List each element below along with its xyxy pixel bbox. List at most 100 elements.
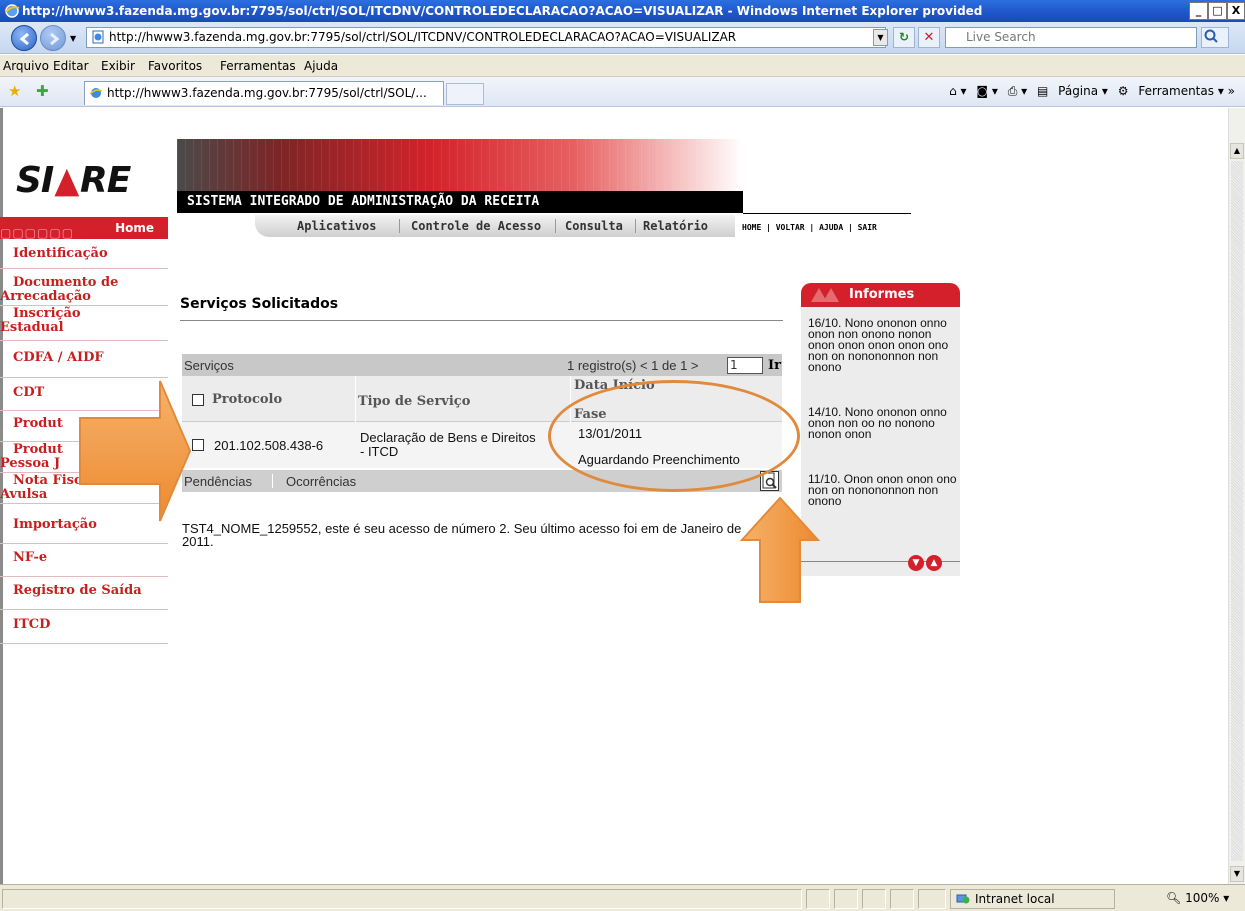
scroll-down-news-icon[interactable]: ▼ xyxy=(908,555,924,571)
news-item: 11/10. Onon onon onon ono non on nononon… xyxy=(808,472,957,508)
ie-logo-icon xyxy=(5,4,20,18)
add-favorite-icon[interactable]: ✚ xyxy=(36,82,49,100)
tab-bar: ★ ✚ http://hwww3.fazenda.mg.gov.br:7795/… xyxy=(0,77,1245,107)
status-cell xyxy=(862,889,886,909)
sidebar-item-label: Inscrição xyxy=(13,306,81,321)
new-tab-button[interactable] xyxy=(446,83,484,105)
forward-button[interactable] xyxy=(40,25,66,51)
menu-aplicativos[interactable]: Aplicativos xyxy=(297,219,376,233)
news-item: 14/10. Nono ononon onno onon non oo no n… xyxy=(808,405,947,441)
page-icon xyxy=(89,88,103,98)
up-arrow-annotation-icon xyxy=(739,496,821,603)
row-protocol[interactable]: 201.102.508.438-6 xyxy=(214,439,323,453)
menu-exibir[interactable]: Exibir xyxy=(101,59,135,73)
search-button[interactable] xyxy=(1201,27,1229,48)
zoom-level: 100% xyxy=(1185,891,1220,905)
home-icon[interactable]: ⌂ ▾ xyxy=(949,84,966,98)
logo-triangle-icon: ▲ xyxy=(54,160,80,201)
arrow-right-icon xyxy=(50,32,60,46)
search-icon xyxy=(1204,29,1218,43)
favorites-star-icon[interactable]: ★ xyxy=(8,82,21,100)
col-tipo-servico[interactable]: Tipo de Serviço xyxy=(358,394,470,409)
search-input[interactable]: Live Search xyxy=(945,27,1197,48)
menu-editar[interactable]: Editar xyxy=(53,59,89,73)
page-icon xyxy=(92,30,104,44)
logo-text-right: RE xyxy=(80,160,131,201)
feeds-icon[interactable]: ◙ ▾ xyxy=(976,84,997,98)
menu-relatorio[interactable]: Relatório xyxy=(643,219,708,233)
scroll-track[interactable] xyxy=(1231,161,1243,861)
title-divider xyxy=(180,320,783,321)
vertical-scrollbar[interactable]: ▲ ▼ xyxy=(1228,108,1245,884)
top-links[interactable]: HOME | VOLTAR | AJUDA | SAIR xyxy=(742,223,877,232)
sidebar-item-nfe[interactable]: NF-e xyxy=(0,551,168,577)
address-url: http://hwww3.fazenda.mg.gov.br:7795/sol/… xyxy=(109,30,737,44)
sidebar-item-registro-saida[interactable]: Registro de Saída xyxy=(0,584,168,610)
address-input[interactable]: http://hwww3.fazenda.mg.gov.br:7795/sol/… xyxy=(86,27,886,48)
menu-arquivo[interactable]: Arquivo xyxy=(3,59,49,73)
sidebar-item-identificacao[interactable]: Identificação xyxy=(0,247,168,269)
scroll-up-icon[interactable]: ▲ xyxy=(1230,143,1244,159)
intranet-icon xyxy=(956,894,970,904)
logo-text-left: SI xyxy=(16,160,54,201)
tab-current[interactable]: http://hwww3.fazenda.mg.gov.br:7795/sol/… xyxy=(84,81,444,105)
sidebar-item-label: Registro de Saída xyxy=(13,583,142,598)
maximize-button[interactable]: □ xyxy=(1208,2,1227,20)
informes-panel: Informes 16/10. Nono ononon onno onon no… xyxy=(801,283,960,576)
title-bar: http://hwww3.fazenda.mg.gov.br:7795/sol/… xyxy=(0,0,1245,22)
sidebar-item-itcd[interactable]: ITCD xyxy=(0,618,168,644)
menu-ajuda[interactable]: Ajuda xyxy=(304,59,338,73)
row-type: Declaração de Bens e Direitos xyxy=(360,430,536,445)
security-zone-label: Intranet local xyxy=(975,892,1055,906)
system-title: SISTEMA INTEGRADO DE ADMINISTRAÇÃO DA RE… xyxy=(177,191,743,213)
security-zone[interactable]: Intranet local xyxy=(950,889,1115,909)
ocorrencias-link[interactable]: Ocorrências xyxy=(286,474,356,489)
status-cell xyxy=(806,889,830,909)
table-toolbar: Serviços 1 registro(s) < 1 de 1 > 1 Ir xyxy=(182,354,782,376)
zoom-icon: 🔍︎ xyxy=(1166,891,1182,905)
minimize-button[interactable]: _ xyxy=(1189,2,1208,20)
zoom-control[interactable]: 🔍︎ 100% ▾ xyxy=(1148,889,1234,909)
close-button[interactable]: X xyxy=(1227,2,1245,20)
command-bar: ⌂ ▾ ◙ ▾ ⎙ ▾ ▤ Página ▾ ⚙ Ferramentas ▾ » xyxy=(943,84,1235,102)
welcome-message: TST4_NOME_1259552, este é seu acesso de … xyxy=(182,521,742,549)
menu-favoritos[interactable]: Favoritos xyxy=(148,59,202,73)
arrow-left-icon xyxy=(19,32,29,46)
pager-text[interactable]: 1 registro(s) < 1 de 1 > xyxy=(567,358,699,373)
app-menu: Aplicativos Controle de Acesso Consulta … xyxy=(255,215,735,237)
history-dropdown-icon[interactable]: ▼ xyxy=(70,34,76,43)
sidebar-item-label: Documento de xyxy=(13,275,119,290)
page-menu[interactable]: ▤ Página ▾ xyxy=(1037,84,1108,98)
siare-logo[interactable]: SI▲RE xyxy=(16,160,131,201)
tools-menu[interactable]: ⚙ Ferramentas ▾ » xyxy=(1118,84,1235,98)
menu-consulta[interactable]: Consulta xyxy=(565,219,623,233)
page-number-input[interactable]: 1 xyxy=(727,357,763,374)
sidebar-item-documento-arrecadacao[interactable]: Documento de Arrecadação xyxy=(0,276,168,306)
scroll-up-news-icon[interactable]: ▲ xyxy=(926,555,942,571)
col-protocolo[interactable]: Protocolo xyxy=(212,392,282,407)
footer-separator xyxy=(272,474,273,488)
row-type-cont: - ITCD xyxy=(360,444,399,459)
menu-separator xyxy=(399,219,400,233)
sidebar-item-label: Arrecadação xyxy=(0,289,91,304)
back-button[interactable] xyxy=(11,25,37,51)
page-title: Serviços Solicitados xyxy=(180,296,339,312)
menu-controle-acesso[interactable]: Controle de Acesso xyxy=(411,219,541,233)
informes-title: Informes xyxy=(849,287,915,302)
page-menu-label: Página xyxy=(1058,84,1099,98)
browser-window: http://hwww3.fazenda.mg.gov.br:7795/sol/… xyxy=(0,0,1245,911)
sidebar-item-cdfa-aidf[interactable]: CDFA / AIDF xyxy=(0,351,168,378)
scroll-down-icon[interactable]: ▼ xyxy=(1230,866,1244,882)
menu-ferramentas[interactable]: Ferramentas xyxy=(220,59,296,73)
stop-button[interactable]: ✕ xyxy=(918,27,940,48)
print-icon[interactable]: ⎙ ▾ xyxy=(1008,84,1027,99)
status-cell xyxy=(918,889,946,909)
window-title: http://hwww3.fazenda.mg.gov.br:7795/sol/… xyxy=(22,4,983,18)
status-cell xyxy=(890,889,914,909)
address-dropdown-icon[interactable]: ▼ xyxy=(873,29,888,46)
sidebar-item-inscricao-estadual[interactable]: Inscrição Estadual xyxy=(0,307,168,341)
sidebar-home[interactable]: ▢▢▢▢▢▢ Home xyxy=(0,217,168,240)
chevron-decoration-icon xyxy=(811,288,839,302)
refresh-button[interactable]: ↻ xyxy=(893,27,915,48)
go-button[interactable]: Ir xyxy=(768,358,781,373)
